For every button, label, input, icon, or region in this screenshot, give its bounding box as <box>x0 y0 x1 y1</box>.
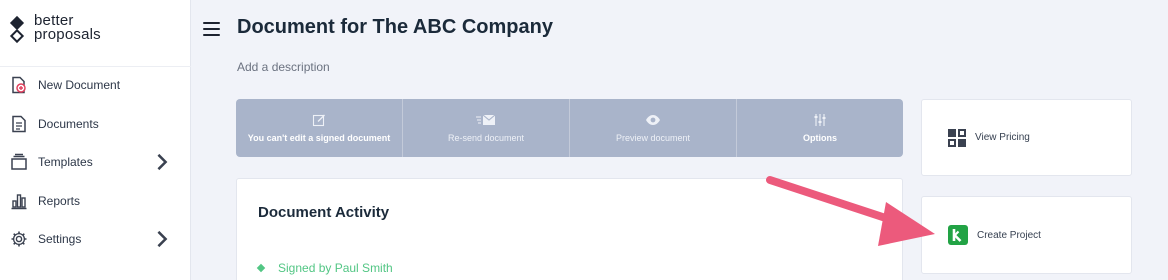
menu-toggle-icon[interactable] <box>203 22 220 36</box>
templates-icon <box>11 154 27 170</box>
page-title: Document for The ABC Company <box>237 16 553 38</box>
create-project-button[interactable]: Create Project <box>921 196 1132 274</box>
card-label: View Pricing <box>975 132 1030 143</box>
toolbar-label: Re-send document <box>447 133 525 143</box>
settings-icon <box>11 231 27 247</box>
document-activity-panel: Document Activity Signed by Paul Smith <box>236 178 903 280</box>
toolbar-label: You can't edit a signed document <box>247 133 391 143</box>
eye-icon <box>646 115 660 125</box>
brand-logo[interactable]: better proposals <box>9 13 101 46</box>
sidebar-item-new-document[interactable]: New Document <box>0 66 191 105</box>
sidebar: better proposals New Document Documents <box>0 0 191 280</box>
toolbar-label: Options <box>803 133 837 143</box>
sidebar-nav: New Document Documents Templates Reports… <box>0 66 191 259</box>
logo-mark-icon <box>9 15 30 46</box>
activity-title: Document Activity <box>258 204 390 221</box>
grid-icon <box>948 128 966 147</box>
new-document-icon <box>12 77 26 94</box>
logo-text-line2: proposals <box>34 26 101 43</box>
documents-icon <box>12 115 26 132</box>
card-label: Create Project <box>977 229 1041 241</box>
sidebar-item-label: Settings <box>38 232 82 247</box>
reports-icon <box>11 194 27 209</box>
logo-text: better proposals <box>34 13 101 43</box>
edit-icon <box>312 114 325 127</box>
sidebar-item-label: Reports <box>38 193 81 208</box>
view-pricing-button[interactable]: View Pricing <box>921 99 1132 176</box>
sliders-icon <box>814 114 826 126</box>
description-input[interactable]: Add a description <box>237 60 330 74</box>
chevron-right-icon <box>157 154 168 171</box>
sidebar-item-label: New Document <box>38 78 121 93</box>
sidebar-item-reports[interactable]: Reports <box>0 182 191 221</box>
activity-entry: Signed by Paul Smith <box>256 261 393 275</box>
edit-document-button[interactable]: You can't edit a signed document <box>236 99 403 157</box>
document-toolbar: You can't edit a signed document Re-send… <box>236 99 903 157</box>
sidebar-item-settings[interactable]: Settings <box>0 220 191 259</box>
resend-document-button[interactable]: Re-send document <box>403 99 570 157</box>
activity-entry-text: Signed by Paul Smith <box>278 261 393 275</box>
status-diamond-icon <box>256 263 266 273</box>
sidebar-item-label: Templates <box>38 155 93 170</box>
toolbar-label: Preview document <box>615 133 691 143</box>
options-button[interactable]: Options <box>737 99 903 157</box>
email-icon <box>476 114 496 125</box>
sidebar-item-templates[interactable]: Templates <box>0 143 191 182</box>
sidebar-item-label: Documents <box>38 116 99 131</box>
preview-document-button[interactable]: Preview document <box>570 99 737 157</box>
chevron-right-icon <box>157 231 168 248</box>
sidebar-item-documents[interactable]: Documents <box>0 105 191 144</box>
k-logo-icon <box>948 225 968 245</box>
